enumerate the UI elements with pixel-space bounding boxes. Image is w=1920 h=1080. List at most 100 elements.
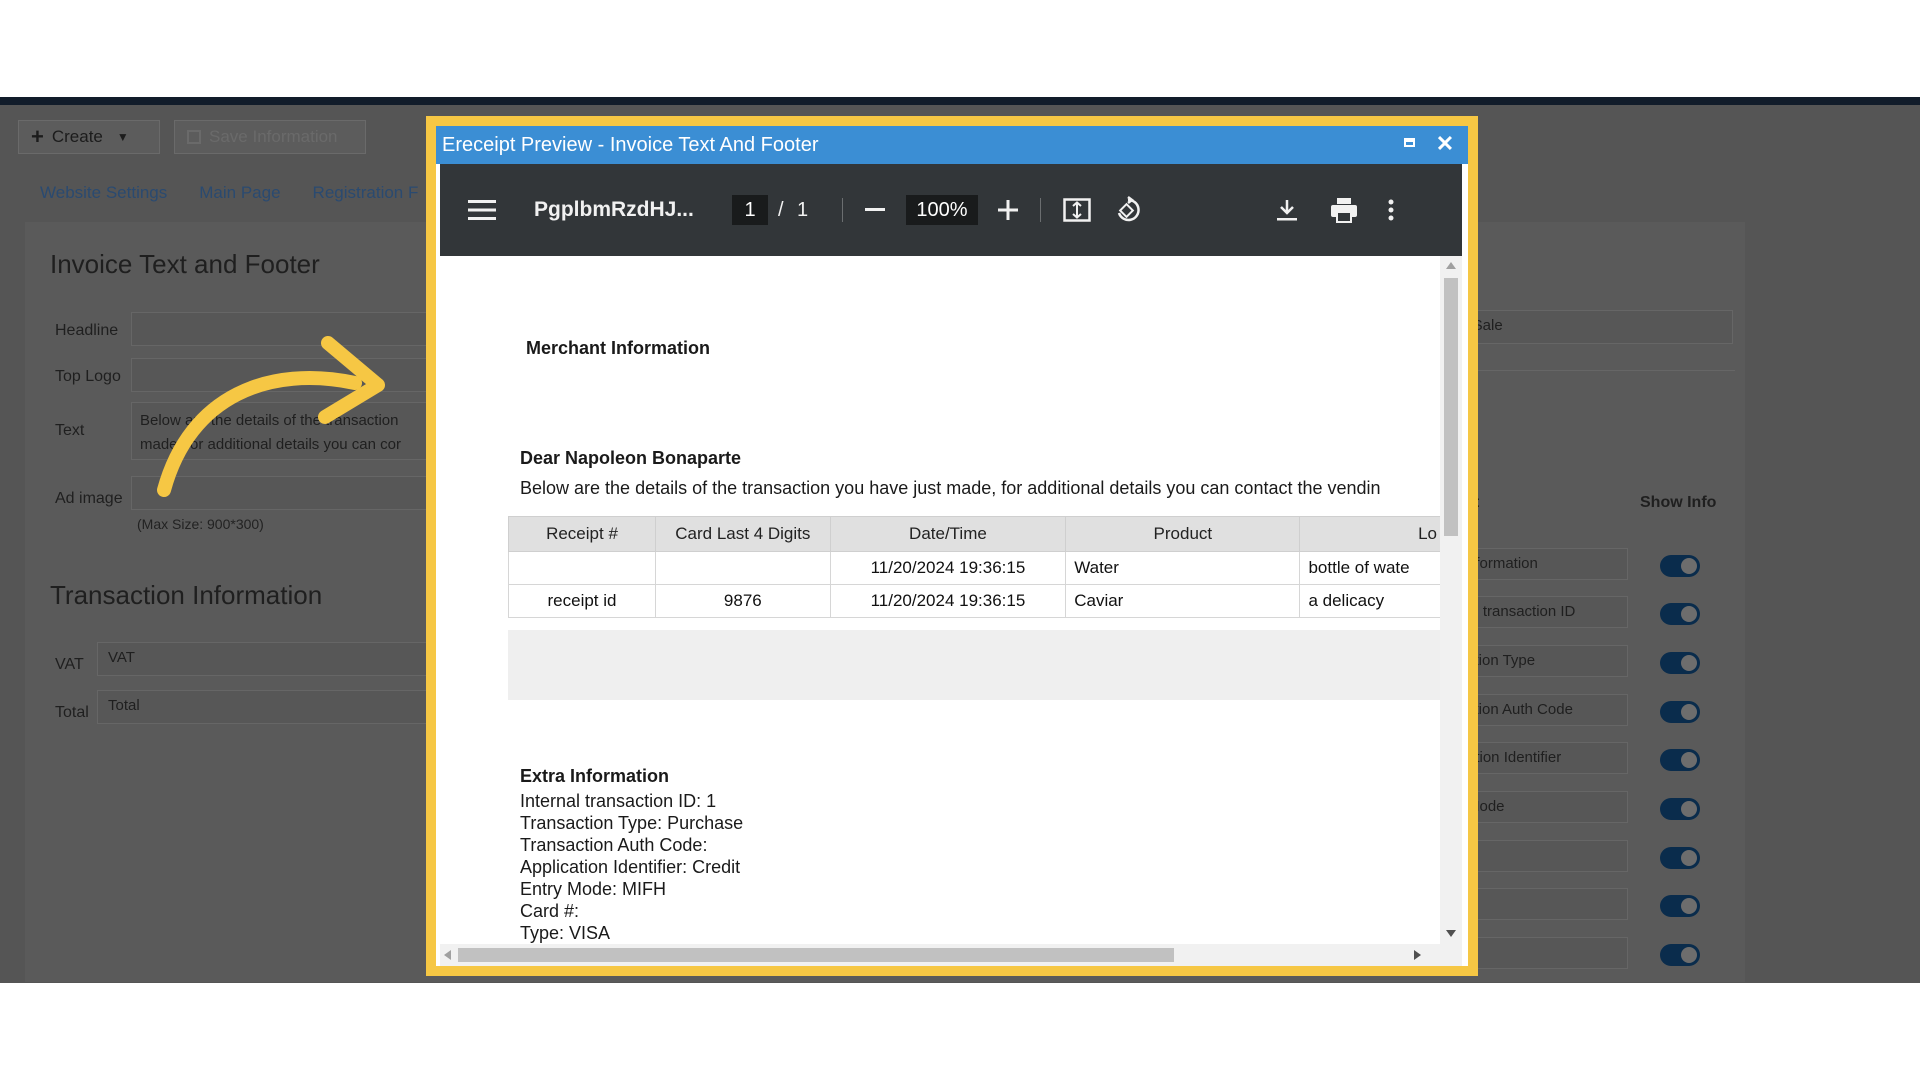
dialog-title-bar: Ereceipt Preview - Invoice Text And Foot… — [436, 126, 1468, 164]
page-number-input[interactable]: 1 — [732, 195, 768, 225]
info-row-label[interactable]: Mode — [1458, 791, 1628, 823]
create-button[interactable]: + Create ▼ — [18, 120, 160, 154]
arrow-pointer — [157, 336, 385, 497]
table-cell: bottle of wate — [1299, 551, 1446, 585]
scroll-right-arrow[interactable] — [1414, 950, 1421, 960]
vat-label: VAT — [55, 656, 84, 673]
save-information-button[interactable]: Save Information — [174, 120, 366, 154]
tab-main-page[interactable]: Main Page — [199, 183, 280, 203]
pdf-document-area[interactable]: Merchant Information Dear Napoleon Bonap… — [440, 256, 1462, 966]
table-cell: 9876 — [655, 584, 831, 618]
column-header: Date/Time — [829, 516, 1067, 552]
info-row-label[interactable]: al transaction ID — [1458, 596, 1628, 628]
show-info-toggle[interactable] — [1660, 701, 1700, 723]
greeting: Dear Napoleon Bonaparte — [520, 448, 742, 468]
table-cell — [508, 551, 656, 585]
total-label: Total — [55, 704, 89, 721]
vertical-scrollbar[interactable] — [1440, 256, 1462, 944]
app-top-bar — [0, 97, 1920, 105]
scroll-down-arrow[interactable] — [1446, 930, 1456, 937]
table-header-row: Receipt # Card Last 4 Digits Date/Time P… — [508, 516, 1446, 552]
column-header: Product — [1065, 516, 1301, 552]
info-row-label[interactable] — [1458, 937, 1628, 969]
table-row: 11/20/2024 19:36:15 Water bottle of wate — [508, 551, 1446, 585]
transactions-table: Receipt # Card Last 4 Digits Date/Time P… — [508, 516, 1446, 618]
total-input[interactable]: Total — [97, 690, 451, 724]
fit-page-icon[interactable] — [1063, 164, 1091, 256]
dialog-title: Ereceipt Preview - Invoice Text And Foot… — [442, 133, 819, 156]
page-separator: / — [778, 198, 784, 221]
headline-label: Headline — [55, 322, 119, 339]
right-top-input[interactable]: of Sale — [1445, 310, 1733, 344]
top-logo-label: Top Logo — [55, 368, 121, 385]
pdf-filename: PgplbmRzdHJ... — [534, 198, 694, 221]
zoom-in-icon[interactable] — [998, 164, 1018, 256]
more-vert-icon[interactable] — [1388, 164, 1394, 256]
column-header: Card Last 4 Digits — [655, 516, 831, 552]
create-label: Create — [51, 127, 103, 146]
show-info-toggle[interactable] — [1660, 895, 1700, 917]
table-cell — [655, 551, 831, 585]
show-info-toggle[interactable] — [1660, 798, 1700, 820]
extra-info-line: Transaction Type: Purchase — [520, 813, 744, 833]
intro-text: Below are the details of the transaction… — [520, 478, 1381, 498]
close-icon[interactable]: ✕ — [1432, 131, 1458, 157]
extra-info-line: Entry Mode: MIFH — [520, 879, 667, 899]
ad-image-hint: (Max Size: 900*300) — [137, 516, 264, 532]
transaction-section-title: Transaction Information — [50, 580, 323, 610]
scroll-up-arrow[interactable] — [1446, 262, 1456, 269]
table-cell: Water — [1065, 551, 1301, 585]
show-info-toggle[interactable] — [1660, 749, 1700, 771]
zoom-out-icon[interactable] — [865, 164, 885, 256]
table-cell: receipt id — [508, 584, 656, 618]
extra-info-line: Transaction Auth Code: — [520, 835, 708, 855]
extra-info-line: Internal transaction ID: 1 — [520, 791, 717, 811]
vertical-scroll-thumb[interactable] — [1444, 278, 1458, 536]
info-row-label[interactable]: ation Identifier — [1458, 742, 1628, 774]
info-row-label[interactable]: nformation — [1458, 548, 1628, 580]
info-row-label[interactable]: ction Type — [1458, 645, 1628, 677]
save-icon — [187, 130, 201, 144]
toolbar-separator — [842, 198, 843, 222]
table-cell: Caviar — [1065, 584, 1301, 618]
rotate-icon[interactable] — [1114, 164, 1142, 256]
column-header: Receipt # — [508, 516, 656, 552]
extra-info-line: Application Identifier: Credit — [520, 857, 741, 877]
download-icon[interactable] — [1276, 164, 1298, 256]
menu-icon[interactable] — [468, 164, 496, 256]
ad-image-label: Ad image — [55, 490, 123, 507]
info-row-label[interactable]: e — [1458, 840, 1628, 872]
show-info-column-header: Show Info — [1640, 494, 1717, 511]
table-row: receipt id 9876 11/20/2024 19:36:15 Cavi… — [508, 584, 1446, 618]
tab-website-settings[interactable]: Website Settings — [40, 183, 167, 203]
settings-tabs: Website Settings Main Page Registration … — [40, 183, 418, 203]
zoom-level-input[interactable]: 100% — [906, 195, 978, 225]
toolbar-separator — [1040, 198, 1041, 222]
plus-icon: + — [31, 124, 44, 149]
print-icon[interactable] — [1330, 164, 1358, 256]
table-footer-band — [508, 630, 1446, 700]
vat-input[interactable]: VAT — [97, 642, 451, 676]
info-row-label[interactable]: ction Auth Code — [1458, 694, 1628, 726]
extra-heading: Extra Information — [520, 766, 670, 786]
tab-registration[interactable]: Registration F — [313, 183, 419, 203]
scroll-left-arrow[interactable] — [444, 950, 451, 960]
show-info-toggle[interactable] — [1660, 847, 1700, 869]
info-row-label[interactable] — [1458, 888, 1628, 920]
maximize-icon[interactable] — [1402, 135, 1418, 151]
ereceipt-preview-dialog: Ereceipt Preview - Invoice Text And Foot… — [436, 126, 1468, 966]
table-cell: 11/20/2024 19:36:15 — [829, 584, 1067, 618]
horizontal-scrollbar[interactable] — [440, 944, 1462, 966]
show-info-toggle[interactable] — [1660, 944, 1700, 966]
show-info-toggle[interactable] — [1660, 652, 1700, 674]
table-cell: a delicacy — [1299, 584, 1446, 618]
extra-info-line: Card #: — [520, 901, 580, 921]
horizontal-scroll-thumb[interactable] — [458, 948, 1174, 962]
show-info-toggle[interactable] — [1660, 603, 1700, 625]
extra-info-list: Internal transaction ID: 1 Transaction T… — [520, 790, 743, 944]
extra-info-line: Type: VISA — [520, 923, 611, 943]
merchant-heading: Merchant Information — [526, 338, 711, 358]
page-total: 1 — [797, 198, 809, 221]
show-info-toggle[interactable] — [1660, 555, 1700, 577]
pdf-page: Merchant Information Dear Napoleon Bonap… — [440, 264, 1446, 954]
